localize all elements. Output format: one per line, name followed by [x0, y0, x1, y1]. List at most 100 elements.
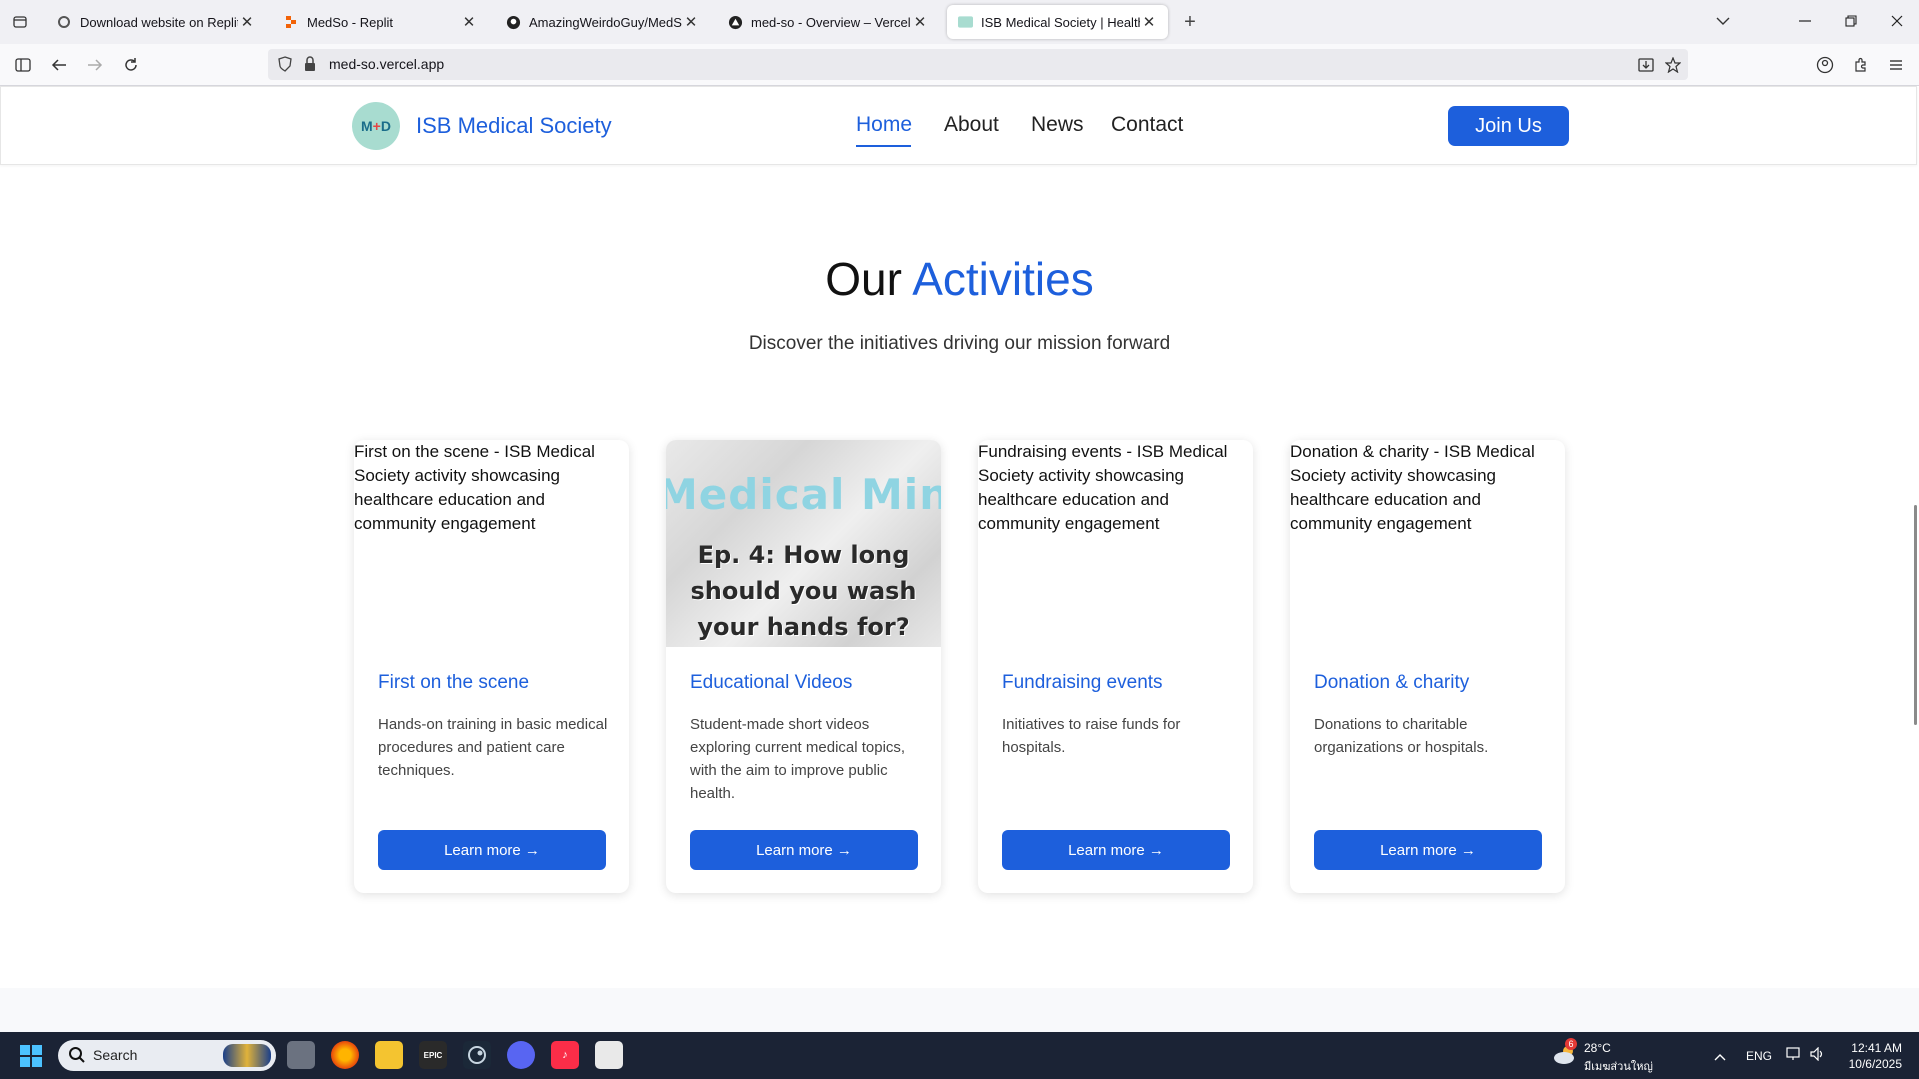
reload-icon[interactable] [118, 52, 144, 78]
url-text[interactable]: med-so.vercel.app [329, 56, 444, 72]
card-description: Student-made short videos exploring curr… [690, 716, 906, 802]
activity-card: Fundraising events - ISB Medical Society… [978, 440, 1253, 893]
taskbar-search[interactable]: Search [58, 1040, 276, 1071]
vercel-icon [727, 14, 743, 30]
close-tab-icon[interactable]: ✕ [238, 13, 256, 31]
card-description: Initiatives to raise funds for hospitals… [1002, 716, 1181, 756]
site-header: M + D ISB Medical Society Home About News … [0, 86, 1917, 165]
close-tab-icon[interactable]: ✕ [1140, 13, 1158, 31]
card-title[interactable]: Educational Videos [690, 672, 852, 694]
github-icon [505, 14, 521, 30]
back-icon[interactable] [46, 52, 72, 78]
active-nav-underline [856, 145, 911, 147]
firefox-view-icon[interactable] [8, 10, 32, 34]
sidebar-toggle-icon[interactable] [10, 52, 36, 78]
steam-icon[interactable] [463, 1041, 491, 1069]
tracking-protection-shield-icon[interactable] [278, 56, 292, 77]
card-title[interactable]: First on the scene [378, 672, 529, 694]
download-page-icon[interactable] [1636, 55, 1656, 75]
learn-more-button[interactable]: Learn more → [690, 830, 918, 870]
clock-time[interactable]: 12:41 AM [1850, 1041, 1902, 1055]
list-all-tabs-icon[interactable] [1708, 8, 1738, 34]
account-icon[interactable] [1812, 52, 1838, 78]
network-icon[interactable] [1786, 1047, 1802, 1066]
browser-tab-strip: Download website on Replit ✕ MedSo - Rep… [0, 0, 1919, 44]
nav-news[interactable]: News [1031, 113, 1084, 137]
search-icon [68, 1046, 86, 1069]
input-language[interactable]: ENG [1746, 1049, 1772, 1063]
logo-plus: + [372, 118, 381, 134]
page-scrollbar-thumb[interactable] [1914, 505, 1917, 725]
volume-icon[interactable] [1810, 1046, 1826, 1066]
nav-home[interactable]: Home [856, 113, 912, 137]
browser-tab-active[interactable]: ISB Medical Society | Healthcare ✕ [947, 5, 1168, 39]
tab-title: ISB Medical Society | Healthcare [981, 14, 1140, 30]
search-highlight-icon [223, 1044, 271, 1067]
join-us-button[interactable]: Join Us [1448, 106, 1569, 146]
card-image-alt-text: Fundraising events - ISB Medical Society… [978, 442, 1228, 533]
firefox-icon[interactable] [331, 1041, 359, 1069]
restore-icon[interactable] [1836, 8, 1866, 34]
search-placeholder: Search [93, 1047, 138, 1063]
weather-temp[interactable]: 28°C [1584, 1041, 1611, 1055]
activity-card: Donation & charity - ISB Medical Society… [1290, 440, 1565, 893]
card-title[interactable]: Donation & charity [1314, 672, 1469, 694]
task-view-icon[interactable] [287, 1041, 315, 1069]
logo-text: M [361, 118, 373, 134]
section-subheading: Discover the initiatives driving our mis… [748, 333, 1171, 354]
next-section-band [0, 988, 1919, 1032]
heading-accent: Activities [912, 253, 1094, 305]
browser-tab[interactable]: med-so - Overview – Vercel ✕ [717, 5, 939, 39]
learn-more-button[interactable]: Learn more → [1002, 830, 1230, 870]
discord-icon[interactable] [507, 1041, 535, 1069]
nav-about[interactable]: About [944, 113, 999, 137]
weather-badge: 6 [1565, 1038, 1577, 1050]
minimize-icon[interactable] [1790, 8, 1820, 34]
card-image-alt-text: First on the scene - ISB Medical Society… [354, 442, 595, 533]
activity-card: Medical Minute Ep. 4: How long should yo… [666, 440, 941, 893]
learn-more-button[interactable]: Learn more → [1314, 830, 1542, 870]
browser-toolbar: med-so.vercel.app [0, 44, 1919, 86]
windows-taskbar: Search EPIC ♪ 6 28°C มีเมฆส่วนใหญ่ ENG 1… [0, 1032, 1919, 1079]
lock-icon[interactable] [304, 56, 316, 77]
tab-title: MedSo - Replit [307, 14, 393, 30]
url-bar[interactable]: med-so.vercel.app [268, 49, 1688, 80]
card-title[interactable]: Fundraising events [1002, 672, 1163, 694]
heading-plain: Our [825, 253, 902, 305]
close-tab-icon[interactable]: ✕ [911, 13, 929, 31]
replit-gear-icon [56, 14, 72, 30]
weather-desc[interactable]: มีเมฆส่วนใหญ่ [1584, 1057, 1653, 1075]
forward-icon[interactable] [82, 52, 108, 78]
bookmark-star-icon[interactable] [1663, 55, 1683, 75]
tray-chevron-up-icon[interactable] [1714, 1048, 1726, 1066]
tab-title: med-so - Overview – Vercel [751, 14, 911, 30]
nav-contact[interactable]: Contact [1111, 113, 1183, 137]
site-logo[interactable]: M + D [352, 102, 400, 150]
thumbnail-episode-title: Ep. 4: How long should you wash your han… [690, 541, 917, 641]
epic-games-icon[interactable]: EPIC [419, 1041, 447, 1069]
new-tab-icon[interactable]: + [1178, 10, 1202, 34]
app-icon[interactable] [595, 1041, 623, 1069]
close-window-icon[interactable] [1882, 8, 1912, 34]
card-thumbnail[interactable]: Medical Minute Ep. 4: How long should yo… [666, 440, 941, 647]
card-description: Hands-on training in basic medical proce… [378, 716, 608, 779]
browser-tab[interactable]: Download website on Replit ✕ [46, 5, 266, 39]
site-icon [957, 14, 973, 30]
apple-music-icon[interactable]: ♪ [551, 1041, 579, 1069]
tab-title: AmazingWeirdoGuy/MedSo [529, 14, 682, 30]
card-image-alt-text: Donation & charity - ISB Medical Society… [1290, 442, 1535, 533]
close-tab-icon[interactable]: ✕ [682, 13, 700, 31]
browser-tab[interactable]: AmazingWeirdoGuy/MedSo ✕ [495, 5, 710, 39]
close-tab-icon[interactable]: ✕ [460, 13, 478, 31]
card-description: Donations to charitable organizations or… [1314, 716, 1489, 756]
learn-more-button[interactable]: Learn more → [378, 830, 606, 870]
browser-tab[interactable]: MedSo - Replit ✕ [273, 5, 488, 39]
clock-date[interactable]: 10/6/2025 [1840, 1057, 1902, 1071]
extensions-icon[interactable] [1848, 52, 1874, 78]
menu-icon[interactable] [1883, 52, 1909, 78]
section-heading: Our Activities [0, 252, 1919, 306]
brand-name[interactable]: ISB Medical Society [416, 113, 612, 139]
windows-start-icon[interactable] [20, 1045, 42, 1067]
file-explorer-icon[interactable] [375, 1041, 403, 1069]
tab-title: Download website on Replit [80, 14, 238, 30]
